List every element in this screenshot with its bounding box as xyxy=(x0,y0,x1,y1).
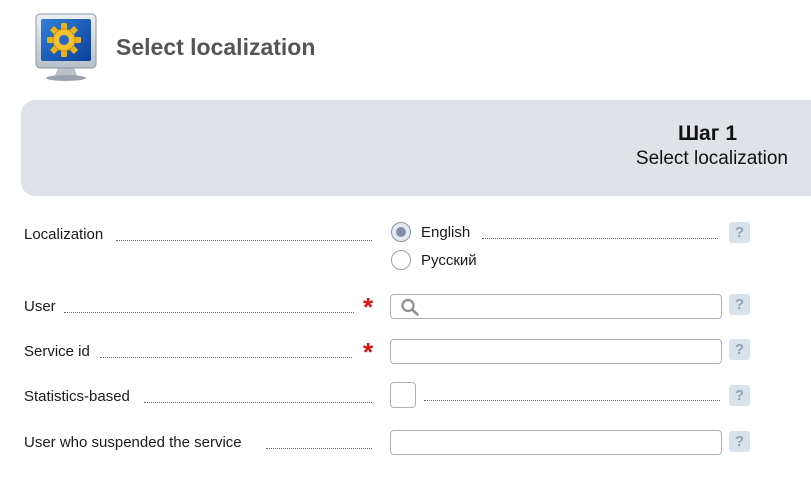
help-icon[interactable]: ? xyxy=(729,222,750,243)
user-search-input[interactable] xyxy=(390,294,722,319)
search-icon xyxy=(401,298,419,316)
statistics-based-label: Statistics-based xyxy=(24,388,130,405)
required-marker: * xyxy=(363,337,374,367)
leader-dots xyxy=(266,448,372,449)
leader-dots xyxy=(100,357,352,358)
radio-english-label[interactable]: English xyxy=(421,224,470,241)
step-title: Шаг 1 xyxy=(677,122,737,145)
step-subtitle: Select localization xyxy=(635,148,788,169)
leader-dots xyxy=(64,312,354,313)
user-label: User xyxy=(24,298,56,315)
radio-russian-label[interactable]: Русский xyxy=(421,252,477,269)
suspended-by-input[interactable] xyxy=(390,430,722,455)
help-icon[interactable]: ? xyxy=(729,339,750,360)
leader-dots xyxy=(144,402,372,403)
service-id-input[interactable] xyxy=(390,339,722,364)
leader-dots xyxy=(424,400,720,401)
page-title: Select localization xyxy=(116,34,316,60)
leader-dots xyxy=(116,240,372,241)
localization-label: Localization xyxy=(24,226,104,243)
help-icon[interactable]: ? xyxy=(729,431,750,452)
radio-russian[interactable] xyxy=(391,250,411,270)
statistics-based-checkbox[interactable] xyxy=(390,382,416,408)
help-icon[interactable]: ? xyxy=(729,385,750,406)
monitor-gear-icon xyxy=(35,13,97,81)
required-marker: * xyxy=(363,292,374,322)
help-icon[interactable]: ? xyxy=(729,294,750,315)
service-id-label: Service id xyxy=(24,343,90,360)
leader-dots xyxy=(482,238,718,239)
radio-english[interactable] xyxy=(391,222,411,242)
radio-selected-dot xyxy=(396,227,406,237)
suspended-by-label: User who suspended the service xyxy=(24,434,242,451)
